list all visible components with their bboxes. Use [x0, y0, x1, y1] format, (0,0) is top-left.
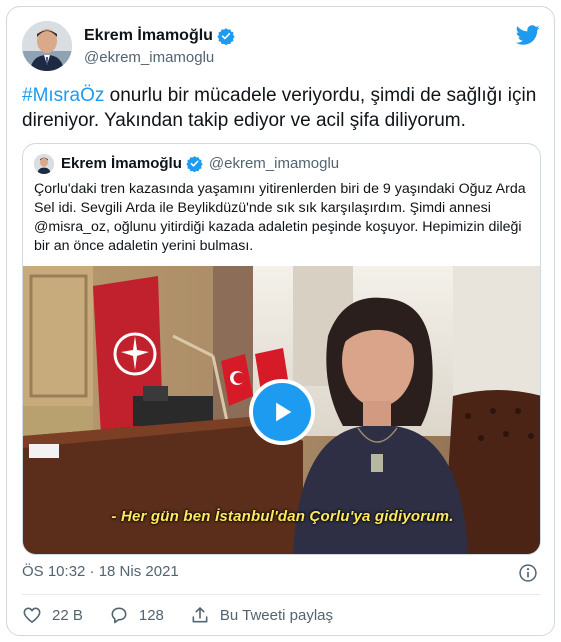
info-icon[interactable] [518, 563, 538, 583]
author-name[interactable]: Ekrem İmamoğlu [84, 27, 235, 45]
divider [22, 594, 541, 595]
action-bar: 22 B 128 Bu Tweeti paylaş [22, 604, 359, 626]
video-player[interactable]: - Her gün ben İstanbul'dan Çorlu'ya gidi… [23, 266, 540, 554]
play-icon [276, 402, 292, 422]
author-name-text: Ekrem İmamoğlu [84, 27, 213, 44]
share-button[interactable]: Bu Tweeti paylaş [190, 605, 333, 625]
play-button[interactable] [249, 379, 315, 445]
reply-count: 128 [138, 606, 164, 624]
author-handle[interactable]: @ekrem_imamoglu [84, 49, 214, 66]
tweet-timestamp[interactable]: ÖS 10:32 · 18 Nis 2021 [22, 563, 179, 580]
verified-badge-icon [217, 28, 235, 45]
quoted-author-handle: @ekrem_imamoglu [208, 155, 340, 172]
reply-icon [111, 607, 127, 624]
quoted-author: Ekrem İmamoğlu @ekrem_imamoglu [61, 155, 339, 172]
hashtag-link[interactable]: #MısraÖz [22, 85, 104, 106]
heart-icon [23, 607, 41, 623]
quoted-tweet[interactable]: Ekrem İmamoğlu @ekrem_imamoglu Çorlu'dak… [22, 143, 541, 555]
tweet-card: Ekrem İmamoğlu @ekrem_imamoglu #MısraÖz … [6, 6, 555, 636]
share-label: Bu Tweeti paylaş [219, 606, 334, 624]
video-subtitle: - Her gün ben İstanbul'dan Çorlu'ya gidi… [111, 508, 454, 525]
tweet-text: #MısraÖz onurlu bir mücadele veriyordu, … [22, 83, 542, 133]
reply-button[interactable]: 128 [109, 605, 164, 625]
like-button[interactable]: 22 B [22, 605, 83, 625]
verified-badge-icon [186, 156, 203, 172]
author-avatar[interactable] [22, 21, 72, 71]
twitter-bird-icon[interactable] [516, 23, 540, 47]
like-count: 22 B [52, 606, 83, 624]
quoted-author-avatar [34, 154, 54, 174]
quoted-tweet-text: Çorlu'daki tren kazasında yaşamını yitir… [34, 181, 526, 254]
share-icon [192, 607, 208, 623]
quoted-author-name: Ekrem İmamoğlu [61, 155, 182, 172]
